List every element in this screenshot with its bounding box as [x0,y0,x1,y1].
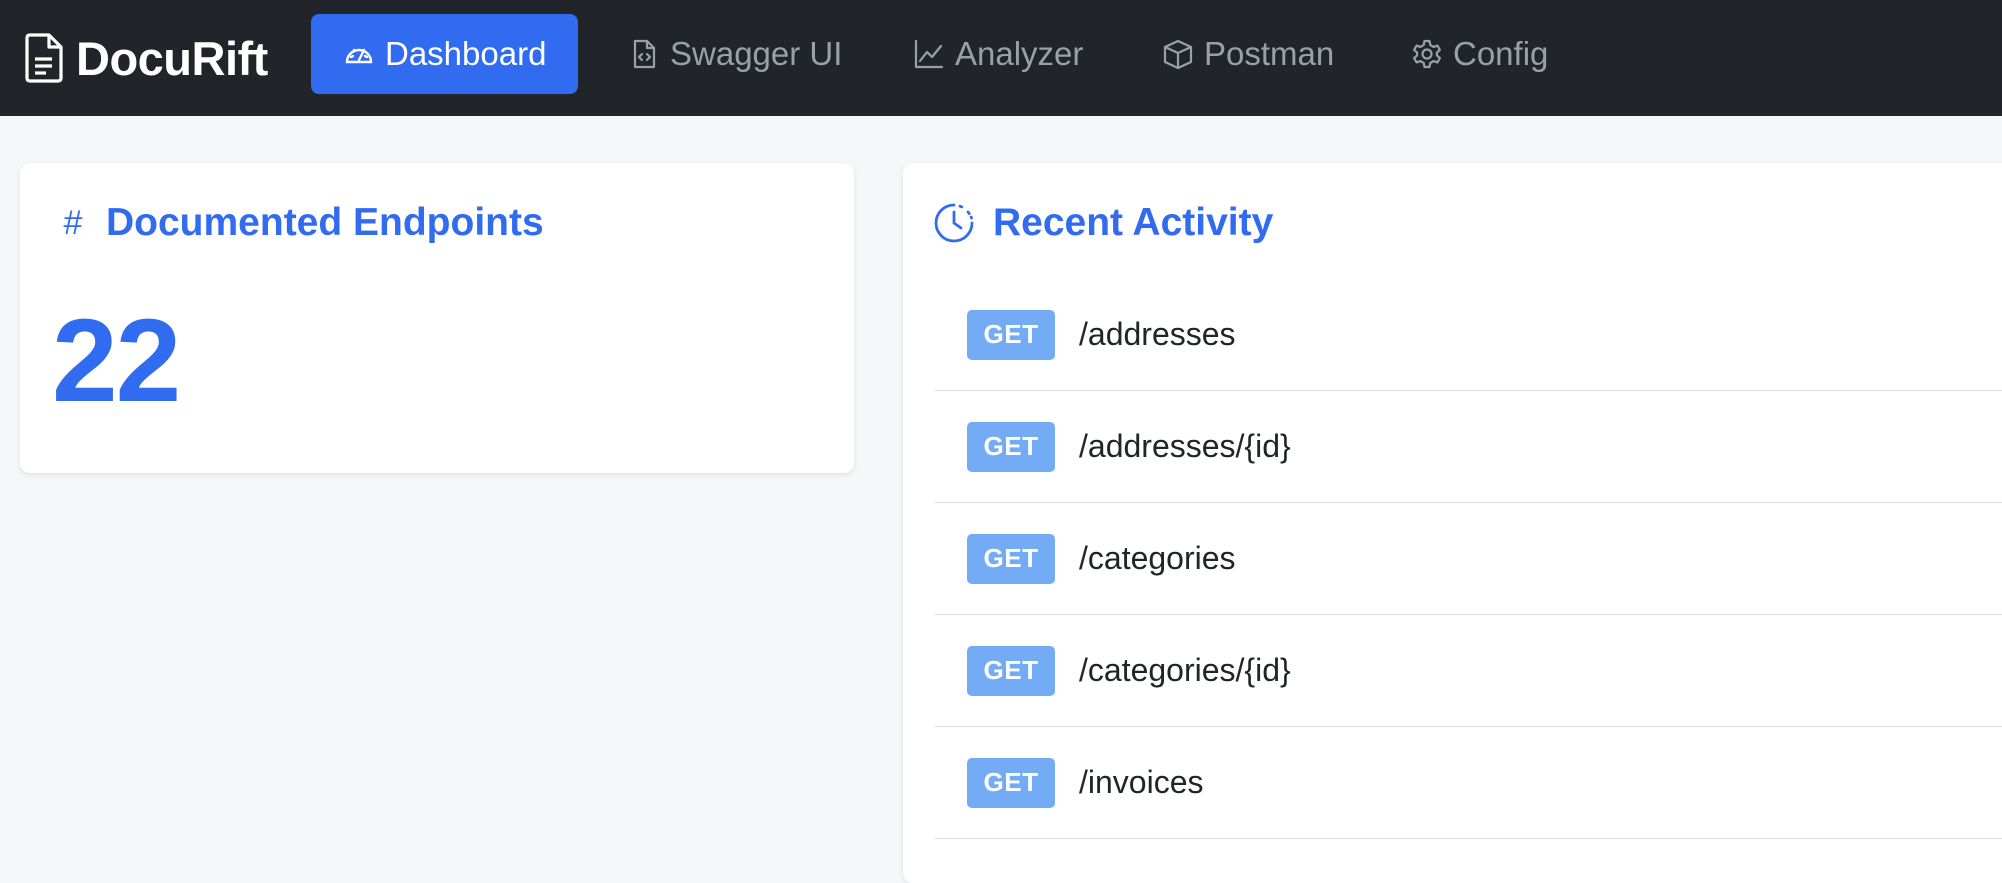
line-chart-icon [914,39,944,69]
endpoints-card-header: # Documented Endpoints [58,193,544,253]
recent-activity-card: Recent Activity GET /addresses GET /addr… [903,163,2002,883]
box-icon [1163,39,1193,70]
endpoint-path: /categories/{id} [1079,652,1291,688]
activity-item[interactable]: GET /addresses [935,279,2002,391]
nav-dashboard-label: Dashboard [385,35,547,72]
endpoint-path: /invoices [1079,764,1204,800]
nav-postman[interactable]: Postman [1162,14,1334,94]
gear-icon [1413,39,1441,69]
method-badge: GET [967,309,1055,360]
method-badge: GET [967,421,1055,472]
method-badge: GET [967,533,1055,584]
activity-item[interactable]: GET /categories/{id} [935,615,2002,727]
endpoint-path: /categories [1079,540,1236,576]
nav-dashboard[interactable]: Dashboard [311,14,579,94]
endpoint-path: /addresses/{id} [1079,428,1291,464]
hash-icon: # [63,203,83,242]
brand[interactable]: DocuRift [24,28,268,88]
endpoint-path: /addresses [1079,316,1236,352]
activity-card-header: Recent Activity [933,193,1273,253]
nav-config[interactable]: Config [1411,14,1548,94]
speedometer-icon [345,48,373,64]
method-badge: GET [967,757,1055,808]
nav-analyzer[interactable]: Analyzer [913,14,1083,94]
endpoints-card-title: Documented Endpoints [106,201,544,244]
document-icon [25,33,63,83]
activity-list: GET /addresses GET /addresses/{id} GET /… [935,279,2002,839]
code-file-icon [633,39,656,69]
nav-postman-label: Postman [1204,35,1335,72]
nav-analyzer-label: Analyzer [955,35,1084,72]
top-navbar: DocuRift Dashboard Swagger UI Analyzer P… [0,0,2002,116]
activity-card-title: Recent Activity [993,201,1274,244]
endpoints-count: 22 [52,295,181,427]
nav-swagger-ui[interactable]: Swagger UI [628,14,842,94]
brand-label: DocuRift [76,31,268,85]
activity-item[interactable]: GET /categories [935,503,2002,615]
nav-config-label: Config [1453,35,1549,72]
documented-endpoints-card: # Documented Endpoints 22 [20,163,854,473]
activity-item[interactable]: GET /invoices [935,727,2002,839]
activity-item[interactable]: GET /addresses/{id} [935,391,2002,503]
method-badge: GET [967,645,1055,696]
clock-icon [934,203,974,243]
nav-swagger-label: Swagger UI [670,35,843,72]
